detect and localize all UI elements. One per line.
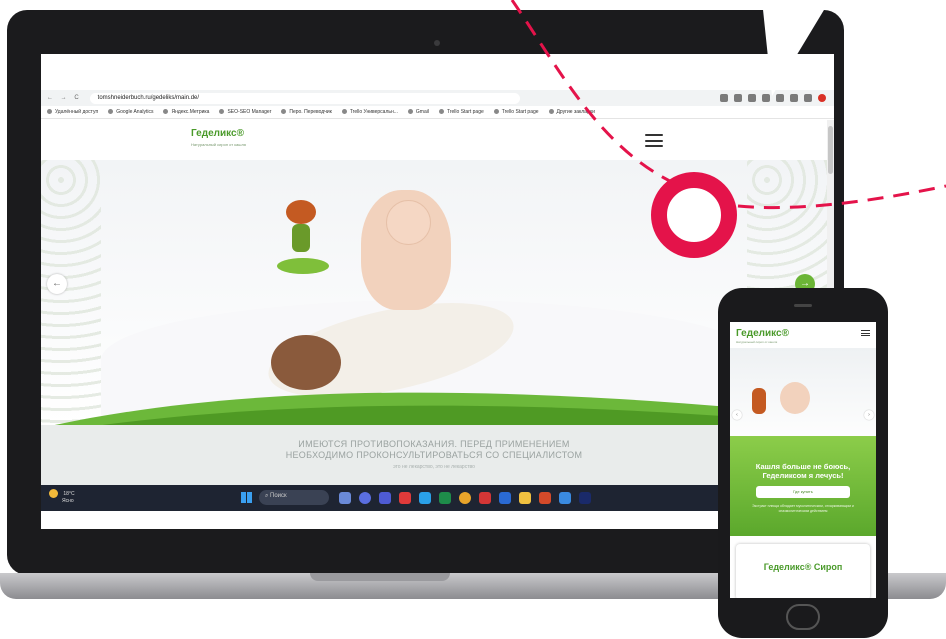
hero-mother-hair: [271, 335, 341, 390]
folder-icon[interactable]: [519, 492, 531, 504]
mobile-logo-subtitle: Натуральный сироп от кашля: [736, 340, 778, 344]
phone-home-button[interactable]: [786, 604, 820, 630]
bookmark-item[interactable]: Удалённый доступ: [47, 109, 98, 115]
product-card[interactable]: Геделикс® Сироп: [736, 544, 870, 598]
widget-icon[interactable]: [339, 492, 351, 504]
bookmark-item[interactable]: Trello Универсальн...: [342, 109, 398, 115]
chrome-icon[interactable]: [459, 492, 471, 504]
weather-temperature: 18°C: [63, 490, 75, 497]
taskbar-apps: [339, 492, 591, 504]
weather-condition: Ясно: [62, 498, 74, 504]
where-to-buy-button[interactable]: Где купить: [756, 486, 850, 498]
bookmark-item[interactable]: SEO-SEO Manager: [219, 109, 271, 115]
share-icon[interactable]: [734, 94, 742, 102]
site-logo-subtitle: Натуральный сироп от кашля: [191, 142, 246, 147]
laptop-camera: [434, 40, 440, 46]
bookmark-item[interactable]: Trello Start page: [494, 109, 539, 115]
green-wave: [54, 392, 827, 425]
mobile-mascot: [752, 388, 766, 414]
disclaimer-line-2: НЕОБХОДИМО ПРОКОНСУЛЬТИРОВАТЬСЯ СО СПЕЦИ…: [285, 450, 583, 460]
mobile-site-logo[interactable]: Геделикс®: [736, 328, 789, 339]
disclaimer-line-1: ИМЕЮТСЯ ПРОТИВОПОКАЗАНИЯ. ПЕРЕД ПРИМЕНЕН…: [298, 439, 570, 449]
hamburger-menu-icon[interactable]: [645, 134, 663, 147]
bookmark-item[interactable]: Перо. Переводчик: [281, 109, 331, 115]
pdf-icon[interactable]: [479, 492, 491, 504]
star-icon[interactable]: [748, 94, 756, 102]
mobile-carousel-prev[interactable]: ‹: [732, 410, 742, 420]
app-icon[interactable]: [399, 492, 411, 504]
highlight-ring: [651, 172, 737, 258]
taskbar-search-label: Поиск: [270, 493, 287, 499]
word-icon[interactable]: [499, 492, 511, 504]
chat-icon[interactable]: [359, 492, 371, 504]
mobile-baby-image: [780, 382, 810, 414]
laptop-notch: [310, 573, 450, 581]
weather-widget[interactable]: 18°C Ясно: [49, 489, 75, 505]
site-header: Геделикс® Натуральный сироп от кашля: [41, 120, 827, 160]
hero-baby-face: [386, 200, 431, 245]
ivy-decoration: [41, 160, 101, 425]
bookmark-other[interactable]: Другие закладки: [549, 109, 595, 115]
mobile-carousel-next[interactable]: ›: [864, 410, 874, 420]
address-bar: ← → C tomshneiderbuch.ru/gedeliks/main.d…: [41, 90, 834, 106]
mobile-hamburger-icon[interactable]: [861, 330, 870, 336]
photoshop-icon[interactable]: [579, 492, 591, 504]
excel-icon[interactable]: [439, 492, 451, 504]
mobile-info-text: Экстракт плюща обладает муколитическим, …: [752, 504, 854, 513]
teams-icon[interactable]: [379, 492, 391, 504]
disclaimer-subtext: это не лекарство, это не лекарство: [393, 464, 475, 470]
bookmark-item[interactable]: Gmail: [408, 109, 429, 115]
phone-speaker: [794, 304, 812, 307]
bookmark-item[interactable]: Яндекс.Метрика: [163, 109, 209, 115]
leaf-icon: [277, 258, 329, 274]
disclaimer-text: ИМЕЮТСЯ ПРОТИВОПОКАЗАНИЯ. ПЕРЕД ПРИМЕНЕН…: [41, 425, 827, 461]
moon-icon: [49, 489, 58, 498]
carousel-prev-button[interactable]: ←: [47, 274, 67, 294]
speech-bubble-tail: [762, 0, 830, 96]
app-icon[interactable]: [559, 492, 571, 504]
smartphone: Геделикс® Натуральный сироп от кашля ‹ ›…: [718, 288, 888, 638]
bookmark-item[interactable]: Trello Start page: [439, 109, 484, 115]
disclaimer-band: ИМЕЮТСЯ ПРОТИВОПОКАЗАНИЯ. ПЕРЕД ПРИМЕНЕН…: [41, 425, 827, 485]
site-logo[interactable]: Геделикс®: [191, 128, 244, 139]
windows-start-icon[interactable]: [241, 492, 252, 503]
url-field[interactable]: tomshneiderbuch.ru/gedeliks/main.de/: [89, 92, 520, 104]
zoom-icon[interactable]: [720, 94, 728, 102]
bookmark-item[interactable]: Google Analytics: [108, 109, 153, 115]
phone-screen: Геделикс® Натуральный сироп от кашля ‹ ›…: [730, 322, 876, 598]
mobile-hero-image: [730, 348, 876, 448]
taskbar-search[interactable]: ⌕ Поиск: [259, 490, 329, 505]
scrollbar-thumb[interactable]: [828, 126, 833, 174]
browser-nav-buttons[interactable]: ← → C: [41, 95, 82, 101]
mascot-figure: [286, 200, 316, 260]
laptop-screen: ← → C tomshneiderbuch.ru/gedeliks/main.d…: [41, 54, 834, 529]
windows-taskbar: 18°C Ясно ⌕ Поиск: [41, 485, 834, 511]
mobile-slogan: Кашля больше не боюсь, Геделиксом я лечу…: [755, 462, 851, 480]
app-icon[interactable]: [419, 492, 431, 504]
product-card-title: Геделикс® Сироп: [763, 562, 843, 572]
bookmarks-bar: Удалённый доступ Google Analytics Яндекс…: [41, 106, 834, 119]
powerpoint-icon[interactable]: [539, 492, 551, 504]
